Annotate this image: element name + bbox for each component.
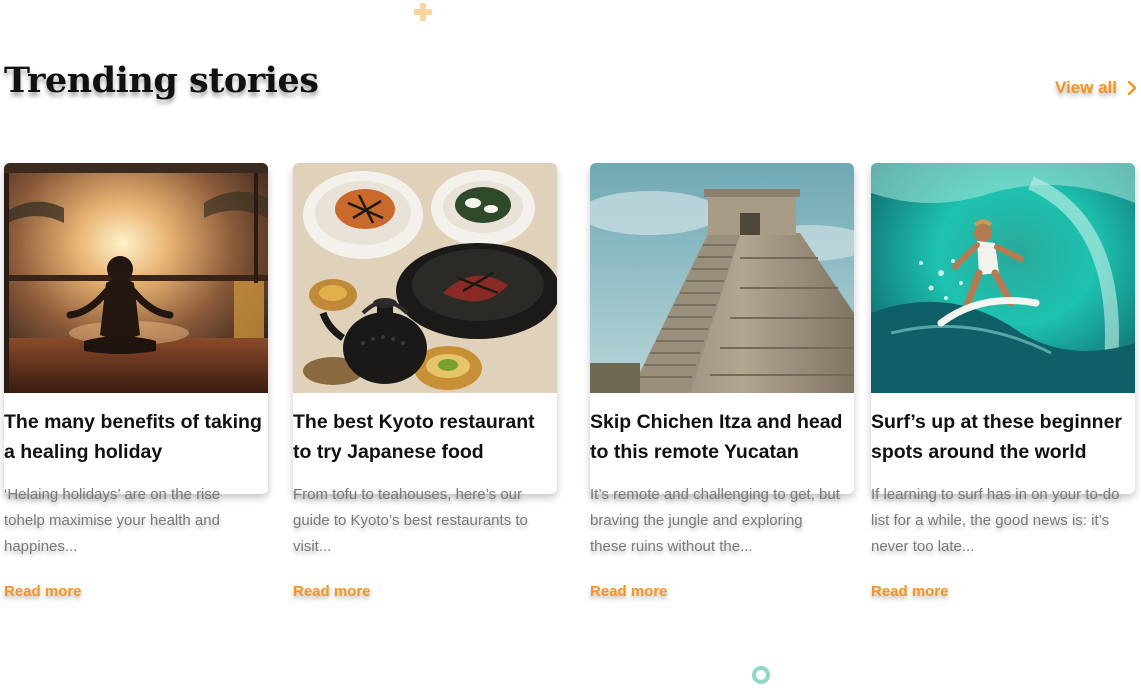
- story-excerpt: ‘Helaing holidays’ are on the rise tohel…: [4, 486, 221, 555]
- story-excerpt: From tofu to teahouses, here’s our guide…: [293, 486, 528, 555]
- story-excerpt: If learning to surf has in on your to-do…: [871, 486, 1120, 555]
- story-card-box: Surf’s up at these beginner spots around…: [871, 163, 1135, 494]
- story-card-box: The many benefits of taking a healing ho…: [4, 163, 268, 494]
- read-more-link[interactable]: Read more: [4, 583, 82, 600]
- story-card-box: Skip Chichen Itza and head to this remot…: [590, 163, 854, 494]
- read-more-link[interactable]: Read more: [871, 583, 949, 600]
- story-excerpt: It’s remote and challenging to get, but …: [590, 486, 840, 555]
- story-title[interactable]: The many benefits of taking a healing ho…: [4, 407, 268, 467]
- japanese-food-image: [293, 163, 557, 393]
- read-more-link[interactable]: Read more: [293, 583, 371, 600]
- story-card[interactable]: The many benefits of taking a healing ho…: [4, 0, 268, 692]
- read-more-link[interactable]: Read more: [590, 583, 668, 600]
- story-card-box: The best Kyoto restaurant to try Japanes…: [293, 163, 557, 494]
- story-title[interactable]: Skip Chichen Itza and head to this remot…: [590, 407, 854, 467]
- story-card[interactable]: The best Kyoto restaurant to try Japanes…: [293, 0, 557, 692]
- surfer-wave-image: [871, 163, 1135, 393]
- story-title[interactable]: Surf’s up at these beginner spots around…: [871, 407, 1135, 467]
- story-card[interactable]: Surf’s up at these beginner spots around…: [871, 0, 1135, 692]
- yoga-sunset-image: [4, 163, 268, 393]
- story-title[interactable]: The best Kyoto restaurant to try Japanes…: [293, 407, 557, 467]
- ring-decoration-icon: [752, 666, 770, 684]
- mayan-pyramid-image: [590, 163, 854, 393]
- story-card[interactable]: Skip Chichen Itza and head to this remot…: [590, 0, 854, 692]
